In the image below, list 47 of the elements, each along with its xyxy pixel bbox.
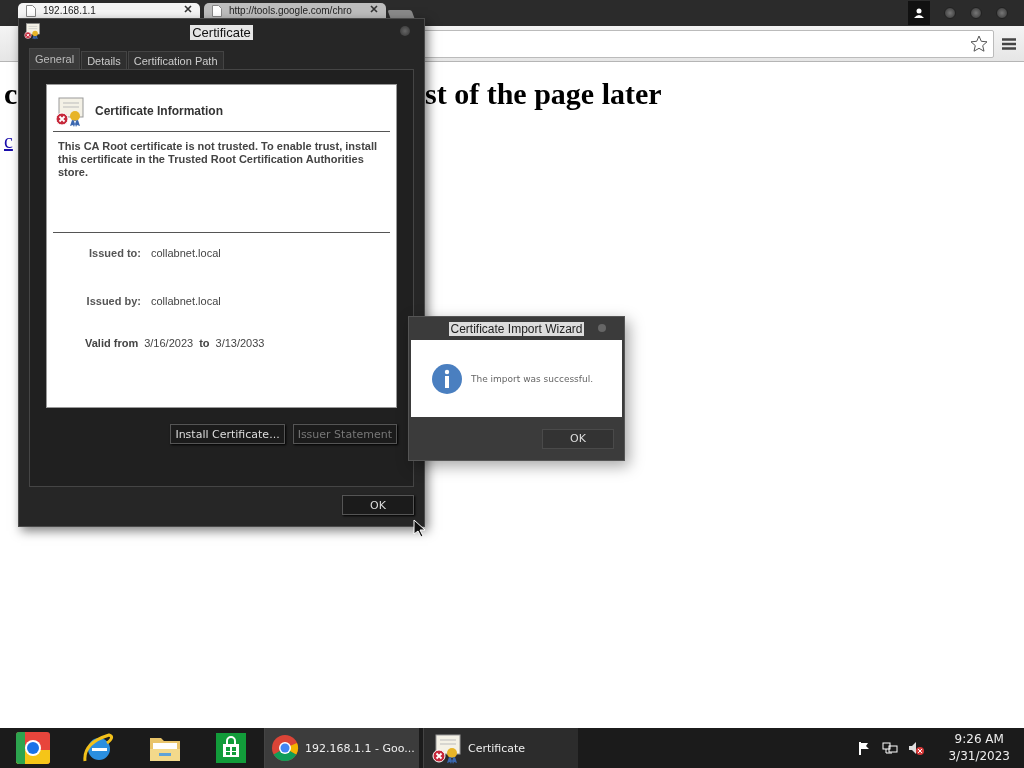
maximize-button[interactable] bbox=[970, 7, 982, 19]
menu-icon[interactable] bbox=[1002, 37, 1016, 50]
dialog-tab[interactable]: General bbox=[29, 48, 81, 69]
page-icon bbox=[26, 5, 36, 17]
dialog-title: Certificate Import Wizard bbox=[449, 321, 584, 336]
dialog-tab[interactable]: Details bbox=[81, 51, 127, 69]
certificate-error-icon bbox=[53, 95, 85, 127]
page-link[interactable]: c bbox=[4, 130, 13, 152]
ok-button[interactable]: OK bbox=[342, 495, 414, 515]
page-heading: st of the page later bbox=[425, 77, 662, 111]
browser-icon bbox=[16, 732, 50, 764]
page-icon bbox=[212, 5, 222, 17]
clock[interactable]: 9:26 AM 3/31/2023 bbox=[948, 731, 1010, 765]
field-label: Issued by: bbox=[85, 294, 141, 307]
success-message: The import was successful. bbox=[471, 373, 594, 384]
browser-icon bbox=[271, 734, 299, 762]
field-label: Valid from bbox=[85, 336, 139, 349]
cursor-icon bbox=[413, 519, 425, 537]
field-value: 3/13/2033 bbox=[215, 336, 265, 349]
field-label: Issued to: bbox=[88, 246, 141, 259]
store-icon bbox=[216, 733, 246, 763]
page-heading: c bbox=[4, 77, 18, 111]
field-value: collabnet.local bbox=[151, 246, 221, 259]
close-button[interactable] bbox=[400, 26, 410, 36]
dialog-title: Certificate bbox=[190, 24, 253, 40]
dialog-tab[interactable]: Certification Path bbox=[127, 51, 224, 69]
ok-button[interactable]: OK bbox=[542, 428, 614, 449]
field-value: 3/16/2023 bbox=[144, 336, 194, 349]
minimize-button[interactable] bbox=[944, 7, 956, 19]
certificate-error-icon bbox=[430, 732, 462, 764]
speaker-muted-icon[interactable] bbox=[908, 741, 925, 755]
ie-icon bbox=[83, 733, 115, 763]
certificate-error-icon bbox=[23, 22, 41, 40]
field-label: to bbox=[199, 336, 210, 349]
info-title: Certificate Information bbox=[95, 104, 223, 118]
taskbar-button[interactable]: Certificate bbox=[423, 728, 578, 768]
field-value: collabnet.local bbox=[151, 294, 221, 307]
close-icon[interactable] bbox=[184, 5, 192, 13]
info-icon bbox=[431, 362, 463, 395]
close-icon[interactable] bbox=[370, 5, 378, 13]
network-icon[interactable] bbox=[882, 741, 899, 755]
star-icon[interactable] bbox=[970, 34, 988, 53]
dialog-button[interactable]: Install Certificate... bbox=[170, 424, 285, 444]
taskbar-button[interactable]: 192.168.1.1 - Goo... bbox=[264, 728, 419, 768]
profile-icon[interactable] bbox=[908, 1, 930, 25]
close-button[interactable] bbox=[996, 7, 1008, 19]
trust-message: This CA Root certificate is not trusted. To enable trust, install this certificate in the Trusted Root Certification Authorities store. bbox=[57, 140, 378, 179]
